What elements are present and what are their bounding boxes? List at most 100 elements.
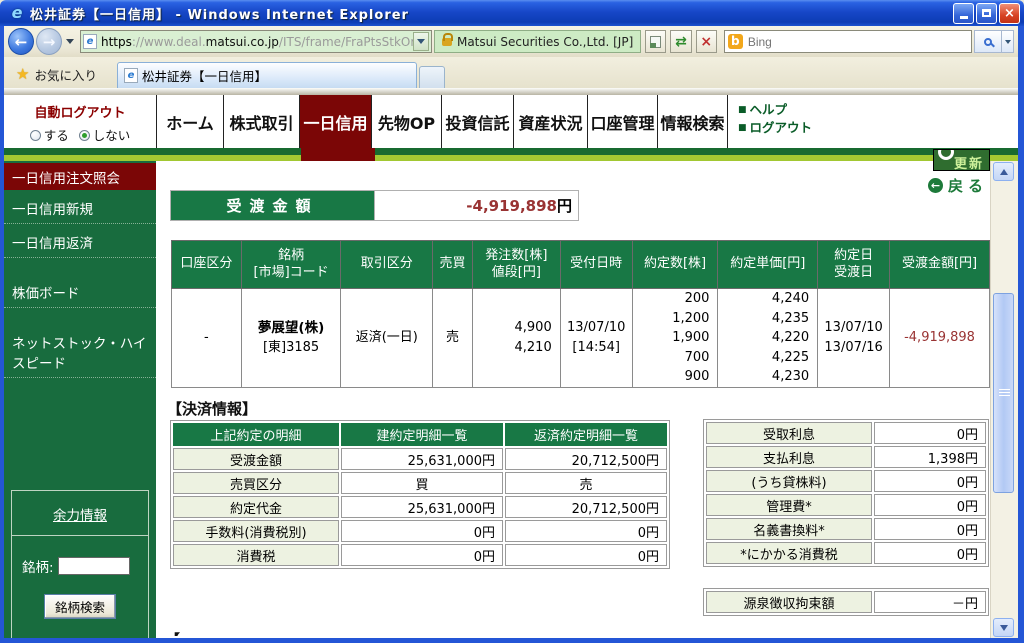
cell-dates: 13/07/10 13/07/16 <box>818 289 890 388</box>
cell-side: 売 <box>433 289 473 388</box>
clipped-footer-heading: 【 <box>165 629 425 636</box>
settlement-row: 受渡金額 25,631,000円 20,712,500円 <box>173 448 667 470</box>
settlement-amount-summary: 受渡金額 -4,919,898円 <box>170 190 579 221</box>
auto-logout-on-option[interactable]: する <box>30 125 69 144</box>
order-table-data-row: - 夢展望(株)[東]3185 返済(一日) 売 4,900 4,210 13/… <box>172 289 990 388</box>
refresh-circle-icon <box>938 149 954 160</box>
nav-tab-information-search[interactable]: 情報検索 <box>657 95 727 148</box>
address-bar[interactable]: e https://www.deal.matsui.co.jp/ITS/fram… <box>80 30 432 53</box>
sidebar: 一日信用注文照会 一日信用新規 一日信用返済 株価ボード ネットストック・ハイス… <box>4 161 156 638</box>
margin-info-link[interactable]: 余力情報 <box>12 491 148 536</box>
window-title: 松井証券【一日信用】 - Windows Internet Explorer <box>30 4 953 23</box>
padlock-icon <box>442 38 452 46</box>
logout-link[interactable]: ログアウト <box>738 119 1018 137</box>
history-dropdown-icon[interactable] <box>66 39 74 44</box>
settlement-row: 売買区分 買 売 <box>173 472 667 494</box>
close-button[interactable]: × <box>999 3 1020 24</box>
cell-account-type: - <box>172 289 242 388</box>
nav-tab-asset-status[interactable]: 資産状況 <box>513 95 587 148</box>
page-icon: e <box>83 34 97 49</box>
fees-row: 名義書換料* 0円 <box>706 518 986 540</box>
help-links: ヘルプ ログアウト <box>727 95 1018 148</box>
maximize-button[interactable] <box>976 3 997 24</box>
search-input[interactable] <box>748 35 968 49</box>
search-button[interactable] <box>974 30 1003 53</box>
nav-tab-stock-trading[interactable]: 株式取引 <box>223 95 299 148</box>
settlement-row: 消費税 0円 0円 <box>173 544 667 566</box>
sidebar-item-netstock-highspeed[interactable]: ネットストック・ハイスピード <box>4 324 156 378</box>
nav-tab-futures-op[interactable]: 先物OP <box>371 95 441 148</box>
fees-row: 管理費* 0円 <box>706 494 986 516</box>
scroll-down-button[interactable] <box>993 618 1014 637</box>
refresh-button[interactable]: 更新 <box>933 149 990 171</box>
toolbar-separator <box>4 88 1018 95</box>
back-button[interactable]: ← <box>8 28 34 55</box>
stop-icon: × <box>700 34 712 50</box>
summary-value: -4,919,898円 <box>375 191 579 221</box>
sidebar-item-repayment[interactable]: 一日信用返済 <box>4 224 156 258</box>
auto-logout-label: 自動ログアウト <box>4 102 156 121</box>
bing-icon: b <box>728 34 743 49</box>
margin-info-box: 余力情報 銘柄: 銘柄検索 <box>11 490 149 640</box>
refresh-icon: ⇄ <box>675 34 687 50</box>
tabs-row: ★ お気に入り e 松井証券【一日信用】 <box>4 57 1018 88</box>
tab-favicon: e <box>124 68 138 83</box>
browser-window: e 松井証券【一日信用】 - Windows Internet Explorer… <box>0 0 1024 643</box>
nav-tab-home[interactable]: ホーム <box>156 95 223 148</box>
settlement-info-heading: 【決済情報】 <box>167 398 257 419</box>
nav-tab-one-day-margin[interactable]: 一日信用 <box>299 95 371 148</box>
minimize-button[interactable] <box>953 3 974 24</box>
star-icon: ★ <box>16 65 29 83</box>
address-dropdown-icon[interactable] <box>413 32 429 51</box>
search-dropdown-icon[interactable] <box>1002 30 1014 53</box>
order-table: 口座区分 銘柄 [市場]コード 取引区分 売買 発注数[株] 値段[円] 受付日… <box>171 240 990 388</box>
nav-stripes <box>4 148 1018 161</box>
help-link[interactable]: ヘルプ <box>738 101 1018 119</box>
settlement-table: 上記約定の明細 建約定明細一覧 返済約定明細一覧 受渡金額 25,631,000… <box>170 420 670 569</box>
auto-logout-off-option[interactable]: しない <box>79 125 131 144</box>
sidebar-item-stock-board[interactable]: 株価ボード <box>4 274 156 308</box>
selected-tab-stripe <box>301 148 375 161</box>
browser-tab[interactable]: e 松井証券【一日信用】 <box>117 62 417 88</box>
scrollbar-thumb[interactable] <box>993 293 1014 493</box>
search-box[interactable]: b <box>724 30 972 53</box>
nav-tab-investment-trust[interactable]: 投資信託 <box>441 95 513 148</box>
radio-off-icon[interactable] <box>79 130 90 141</box>
title-bar: e 松井証券【一日信用】 - Windows Internet Explorer… <box>0 0 1024 26</box>
withholding-table: 源泉徴収拘束額 －円 <box>703 588 989 616</box>
fees-row: *にかかる消費税 0円 <box>706 542 986 564</box>
summary-label: 受渡金額 <box>171 191 375 221</box>
stock-code-input[interactable] <box>58 557 130 575</box>
cell-amount: -4,919,898 <box>890 289 990 388</box>
refresh-page-button[interactable]: ⇄ <box>670 30 691 53</box>
radio-on-icon[interactable] <box>30 130 41 141</box>
cell-accepted: 13/07/10 [14:54] <box>560 289 632 388</box>
stock-search-button[interactable]: 銘柄検索 <box>44 594 116 619</box>
fees-table: 受取利息 0円 支払利息 1,398円 (うち貸株料) 0円 管理費* 0円 <box>703 419 989 567</box>
stop-button[interactable]: × <box>696 30 717 53</box>
order-table-header-row: 口座区分 銘柄 [市場]コード 取引区分 売買 発注数[株] 値段[円] 受付日… <box>172 241 990 289</box>
fees-row: 受取利息 0円 <box>706 422 986 444</box>
certificate-badge[interactable]: Matsui Securities Co.,Ltd. [JP] <box>434 30 641 53</box>
sidebar-item-order-inquiry[interactable]: 一日信用注文照会 <box>4 163 156 190</box>
cell-stock: 夢展望(株)[東]3185 <box>241 289 341 388</box>
new-tab-button[interactable] <box>419 66 445 88</box>
sidebar-item-new-order[interactable]: 一日信用新規 <box>4 190 156 224</box>
scroll-up-button[interactable] <box>993 162 1014 181</box>
ie-icon: e <box>8 4 26 22</box>
favorites-button[interactable]: ★ お気に入り <box>8 62 105 86</box>
back-arrow-icon: ← <box>928 178 943 193</box>
settlement-header-row: 上記約定の明細 建約定明細一覧 返済約定明細一覧 <box>173 423 667 446</box>
scroll-up-icon <box>1000 169 1008 175</box>
window-frame: ← → e https://www.deal.matsui.co.jp/ITS/… <box>0 26 1024 643</box>
forward-button[interactable]: → <box>36 28 62 55</box>
vertical-scrollbar[interactable] <box>990 161 1018 638</box>
site-nav: 自動ログアウト する しない ホーム 株式取引 一日信用 先物OP 投資信託 資… <box>4 95 1018 148</box>
nav-tab-account-management[interactable]: 口座管理 <box>587 95 657 148</box>
settlement-row: 手数料(消費税別) 0円 0円 <box>173 520 667 542</box>
compatibility-view-button[interactable] <box>645 30 666 53</box>
back-link[interactable]: ← 戻る <box>928 175 988 196</box>
main-content: 更新 ← 戻る 受渡金額 -4,919,898円 口座区分 銘柄 [市場]コード <box>156 161 990 638</box>
url-text[interactable]: https://www.deal.matsui.co.jp/ITS/frame/… <box>101 35 413 49</box>
stock-code-label: 銘柄: <box>22 556 54 576</box>
